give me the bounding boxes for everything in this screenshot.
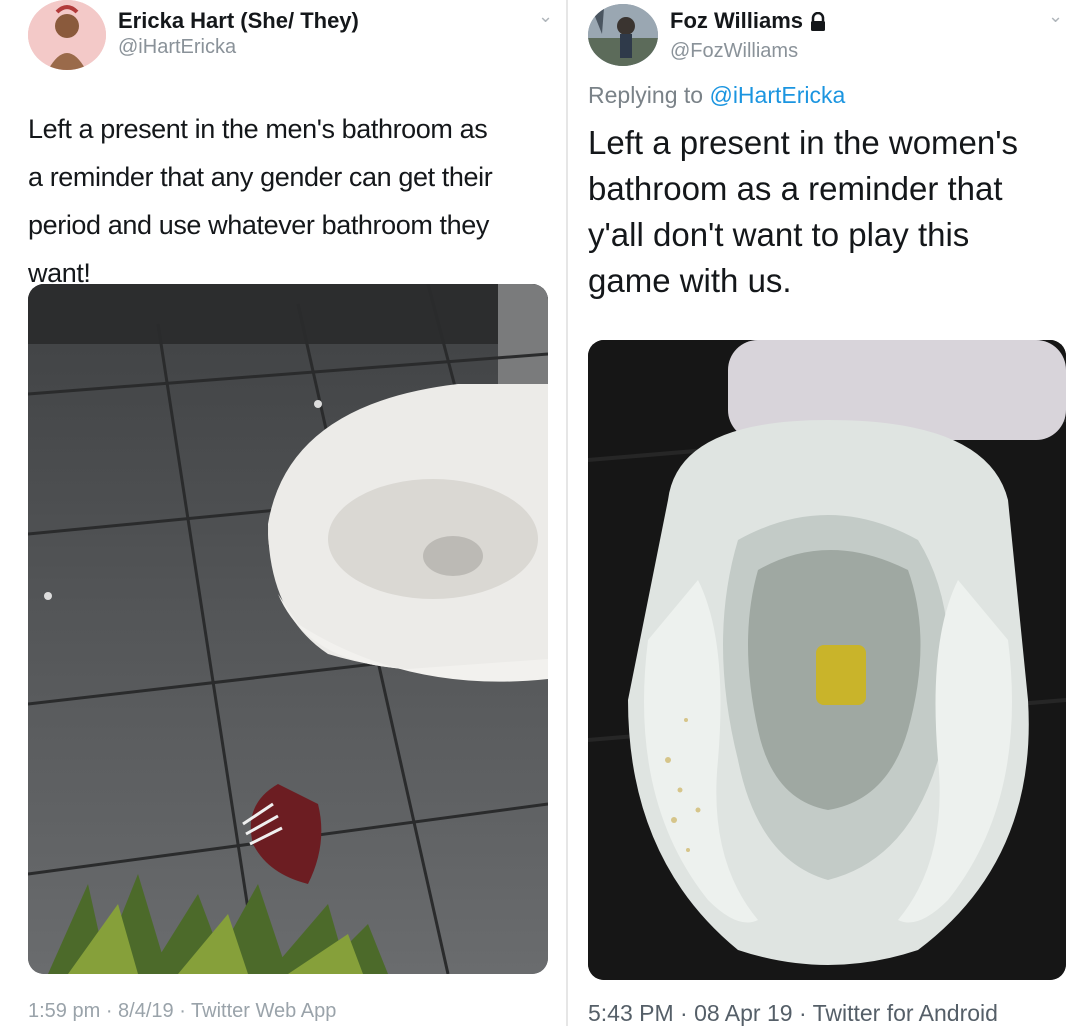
author-name[interactable]: Foz Williams [670, 8, 803, 33]
avatar[interactable] [588, 4, 658, 66]
lock-icon [809, 12, 827, 32]
tweet-right: Foz Williams @FozWilliams ⌄ Replying to … [568, 0, 1066, 1026]
avatar-image [588, 4, 658, 66]
author-name-row[interactable]: Foz Williams [670, 8, 827, 34]
chevron-down-icon[interactable]: ⌄ [538, 6, 553, 27]
author-handle[interactable]: @iHartEricka [118, 36, 236, 59]
tweet-photo[interactable] [588, 340, 1066, 980]
tweet-photo[interactable] [28, 284, 548, 974]
author-handle[interactable]: @FozWilliams [670, 40, 798, 63]
chevron-down-icon[interactable]: ⌄ [1048, 6, 1063, 27]
reply-mention-link[interactable]: @iHartEricka [709, 82, 845, 108]
author-name[interactable]: Ericka Hart (She/ They) [118, 8, 359, 34]
reply-prefix: Replying to [588, 82, 710, 108]
tweet-text: Left a present in the women's bathroom a… [588, 124, 1019, 299]
tweet-left: Ericka Hart (She/ They) @iHartEricka ⌄ L… [0, 0, 566, 1026]
tweet-text: Left a present in the men's bathroom as … [28, 114, 493, 288]
tweet-timestamp[interactable]: 5:43 PM · 08 Apr 19 · Twitter for Androi… [588, 1000, 998, 1027]
toilet-on-tile-floor-photo [28, 284, 548, 974]
avatar[interactable] [28, 0, 106, 70]
replying-to: Replying to @iHartEricka [588, 82, 845, 109]
tweet-timestamp[interactable]: 1:59 pm · 8/4/19 · Twitter Web App [28, 1000, 336, 1023]
avatar-image [28, 0, 106, 70]
toilet-bowl-closeup-photo [588, 340, 1066, 980]
